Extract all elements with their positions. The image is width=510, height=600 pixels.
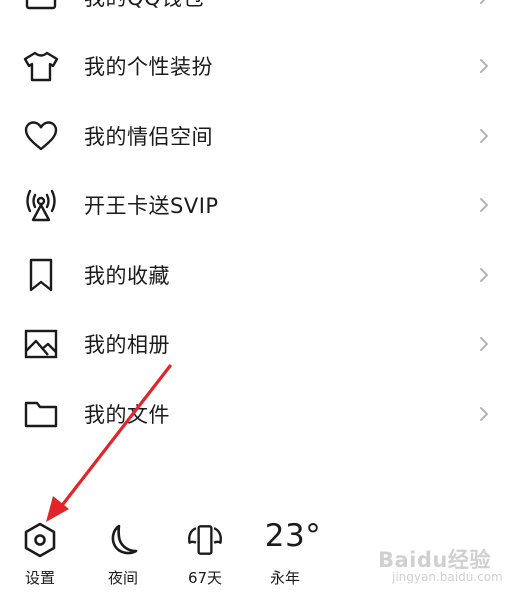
weather-button[interactable]: 23° 永年: [262, 508, 324, 600]
wallet-icon: [22, 0, 60, 16]
watermark-subtext: jingyan.baidu.com: [392, 570, 503, 584]
menu-item-label: 我的个性装扮: [84, 55, 213, 80]
moon-icon: [103, 520, 143, 560]
night-mode-button[interactable]: 夜间: [93, 508, 153, 600]
image-icon: [22, 325, 60, 363]
menu-item-label: 我的QQ钱包: [84, 0, 204, 12]
chevron-right-icon: [480, 406, 488, 421]
folder-icon: [22, 395, 60, 433]
menu-item-favorites[interactable]: 我的收藏: [0, 240, 510, 310]
signal-tower-icon: [22, 186, 60, 224]
settings-hexagon-icon: [20, 520, 60, 560]
settings-label: 设置: [24, 569, 55, 587]
qq-side-drawer: 我的QQ钱包 我的个性装扮 我的情侣空间: [0, 0, 510, 600]
sign-in-days-button[interactable]: 67天: [175, 508, 235, 600]
chevron-right-icon: [480, 337, 488, 352]
chevron-right-icon: [480, 128, 488, 143]
heart-icon: [22, 117, 60, 155]
chevron-right-icon: [480, 59, 488, 74]
menu-item-label: 我的文件: [84, 402, 170, 427]
weather-temperature: 23°: [264, 518, 322, 554]
menu-item-files[interactable]: 我的文件: [0, 379, 510, 449]
bookmark-icon: [22, 256, 60, 294]
menu-item-label: 开王卡送SVIP: [84, 194, 219, 219]
menu-item-wallet[interactable]: 我的QQ钱包: [0, 0, 510, 32]
menu-item-dress-up[interactable]: 我的个性装扮: [0, 32, 510, 102]
days-label: 67天: [187, 569, 223, 587]
weather-city-label: 永年: [270, 569, 301, 587]
menu-item-label: 我的相册: [84, 333, 170, 358]
phone-wings-icon: [185, 520, 225, 560]
menu-item-album[interactable]: 我的相册: [0, 310, 510, 380]
menu-item-couple-space[interactable]: 我的情侣空间: [0, 101, 510, 171]
settings-button[interactable]: 设置: [10, 508, 70, 600]
menu-item-king-card[interactable]: 开王卡送SVIP: [0, 171, 510, 241]
baidu-jingyan-watermark: Baidu经验 jingyan.baidu.com: [378, 542, 503, 592]
chevron-right-icon: [480, 267, 488, 282]
menu-item-label: 我的收藏: [84, 263, 170, 288]
chevron-right-icon: [480, 198, 488, 213]
menu-list: 我的QQ钱包 我的个性装扮 我的情侣空间: [0, 0, 510, 449]
night-label: 夜间: [107, 569, 138, 587]
menu-item-label: 我的情侣空间: [84, 124, 213, 149]
tshirt-icon: [22, 47, 60, 85]
chevron-right-icon: [480, 0, 486, 4]
